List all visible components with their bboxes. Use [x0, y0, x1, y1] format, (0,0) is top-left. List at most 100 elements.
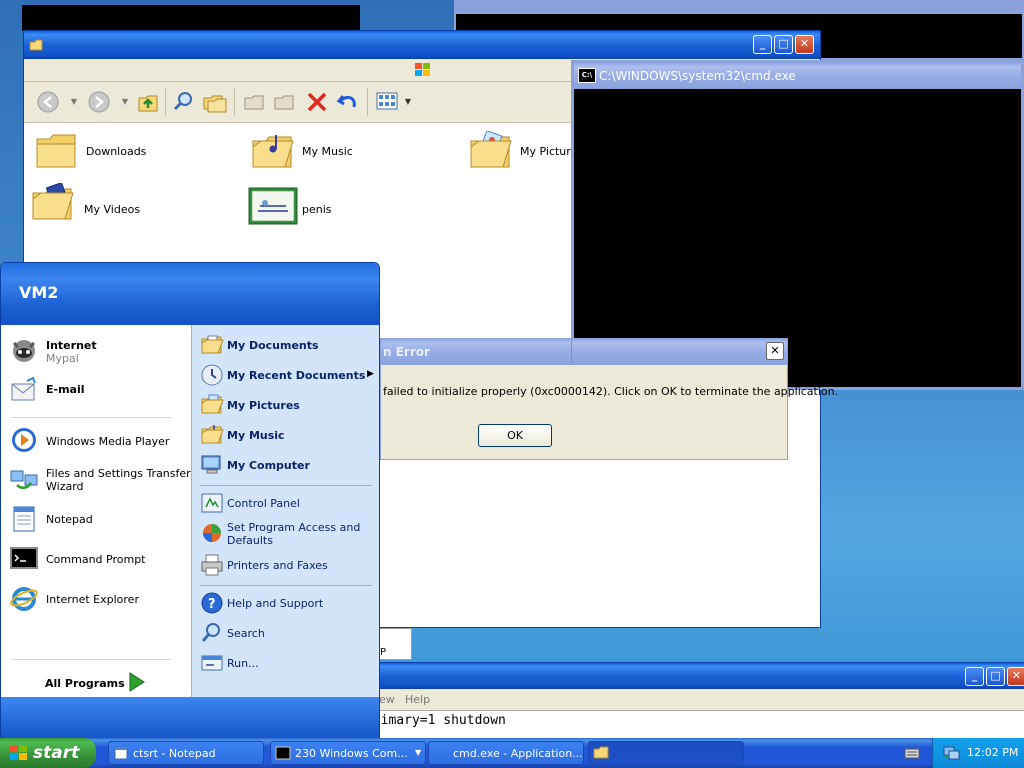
notepad-icon: [114, 746, 128, 760]
control-panel-item[interactable]: Control Panel: [200, 491, 379, 519]
recent-documents-icon: [201, 364, 223, 386]
delete-icon[interactable]: [306, 91, 328, 113]
error-dialog[interactable]: n Error ✕ failed to initialize properly …: [380, 338, 838, 460]
task-explorer[interactable]: [588, 741, 744, 765]
views-dropdown-icon[interactable]: ▼: [396, 91, 420, 113]
background-cmd-title: [456, 2, 1022, 14]
separator: [200, 585, 372, 586]
my-computer-item[interactable]: My Computer: [200, 453, 379, 481]
toolbar-separator: [165, 88, 166, 116]
explorer-title-bar[interactable]: _ □ ✕: [24, 31, 820, 59]
close-button[interactable]: ✕: [1007, 667, 1024, 686]
folder-icon: [36, 134, 76, 168]
task-windows-command[interactable]: 230 Windows Com... ▼: [270, 741, 426, 765]
move-to-icon[interactable]: [242, 90, 266, 114]
copy-to-icon[interactable]: [272, 90, 296, 114]
windows-flag-icon: [10, 745, 27, 760]
help-icon: ?: [201, 592, 223, 614]
videos-folder-icon: [32, 183, 74, 220]
task-notepad[interactable]: ctsrt - Notepad: [108, 741, 264, 765]
user-name: VM2: [19, 283, 59, 302]
program-access-icon: [203, 524, 221, 542]
system-tray: 12:02 PM: [932, 738, 1024, 768]
menu-help[interactable]: Help: [405, 693, 430, 706]
close-button[interactable]: ✕: [795, 35, 814, 54]
error-message: failed to initialize properly (0xc000014…: [383, 385, 839, 398]
minimize-button[interactable]: _: [965, 667, 984, 686]
start-menu-right-pane: My Documents My Recent Documents ▶ My Pi…: [191, 325, 379, 697]
folder-icon: [29, 39, 43, 51]
folder-my-music[interactable]: My Music: [250, 126, 450, 176]
up-folder-icon[interactable]: [136, 90, 160, 114]
title-divider: [571, 339, 572, 365]
back-dropdown-icon[interactable]: ▼: [62, 91, 86, 113]
program-windows-media-player[interactable]: Windows Media Player: [9, 425, 189, 459]
undo-icon[interactable]: [336, 90, 360, 114]
search-item[interactable]: Search: [200, 621, 379, 649]
folders-icon[interactable]: [202, 90, 228, 114]
internet-explorer-icon: [10, 587, 38, 611]
my-pictures-item[interactable]: My Pictures: [200, 393, 379, 421]
run-item[interactable]: Run...: [200, 651, 379, 679]
program-internet-explorer[interactable]: Internet Explorer: [9, 583, 189, 617]
file-penis[interactable]: penis: [248, 186, 448, 236]
my-music-icon: [201, 425, 224, 444]
music-folder-icon: [252, 135, 294, 168]
start-menu[interactable]: VM2 Internet Mypal E-mail Windows Media …: [0, 262, 380, 740]
toolbar-separator: [367, 88, 368, 116]
background-window-fragment[interactable]: P: [378, 628, 412, 660]
program-command-prompt[interactable]: Command Prompt: [9, 543, 189, 577]
notepad-icon: [13, 506, 35, 532]
my-pictures-icon: [201, 394, 224, 414]
background-window-strip: [22, 5, 360, 31]
clock[interactable]: 12:02 PM: [967, 746, 1018, 759]
printers-faxes-item[interactable]: Printers and Faxes: [200, 553, 379, 581]
maximize-button[interactable]: □: [986, 667, 1005, 686]
my-recent-documents-item[interactable]: My Recent Documents ▶: [200, 363, 379, 391]
certificate-file-icon: [248, 187, 298, 225]
menu-view[interactable]: ew: [379, 693, 395, 706]
raccoon-browser-icon: [12, 340, 36, 362]
notepad-title-bar[interactable]: _ □ ✕: [361, 663, 1024, 689]
set-program-access-item[interactable]: Set Program Access and Defaults: [200, 521, 379, 551]
maximize-button[interactable]: □: [774, 35, 793, 54]
task-cmd-application[interactable]: cmd.exe - Application...: [428, 741, 584, 765]
pinned-internet[interactable]: Internet Mypal: [9, 335, 189, 369]
search-icon: [201, 623, 220, 642]
program-notepad[interactable]: Notepad: [9, 503, 189, 537]
keyboard-icon[interactable]: [904, 746, 920, 760]
folder-my-videos[interactable]: My Videos: [30, 183, 230, 233]
separator: [11, 417, 171, 418]
windows-logo-icon: [415, 63, 430, 76]
program-files-settings-transfer[interactable]: Files and Settings Transfer Wizard: [9, 463, 191, 497]
cmd-title-bar[interactable]: C:\ C:\WINDOWS\system32\cmd.exe: [574, 63, 1021, 89]
network-icon[interactable]: [943, 745, 961, 761]
group-dropdown-icon[interactable]: ▼: [415, 748, 421, 757]
search-icon[interactable]: [172, 90, 196, 114]
forward-dropdown-icon[interactable]: ▼: [113, 91, 137, 113]
pinned-email[interactable]: E-mail: [9, 375, 189, 409]
all-programs-button[interactable]: All Programs: [45, 671, 185, 697]
my-documents-icon: [201, 335, 224, 354]
notepad-window[interactable]: _ □ ✕ ew Help primary=1 shutdown: [360, 662, 1024, 744]
my-documents-item[interactable]: My Documents: [200, 333, 379, 361]
taskbar: start ctsrt - Notepad 230 Windows Com...…: [0, 738, 1024, 768]
control-panel-icon: [201, 493, 223, 513]
transfer-wizard-icon: [10, 470, 38, 489]
separator: [200, 485, 372, 486]
error-title-bar[interactable]: n Error ✕: [381, 339, 787, 365]
my-music-item[interactable]: My Music: [200, 423, 379, 451]
back-icon[interactable]: [36, 90, 60, 114]
run-icon: [201, 655, 223, 671]
minimize-button[interactable]: _: [753, 35, 772, 54]
ok-button[interactable]: OK: [478, 424, 552, 447]
close-button[interactable]: ✕: [766, 342, 784, 360]
forward-icon[interactable]: [87, 90, 111, 114]
help-support-item[interactable]: ? Help and Support: [200, 591, 379, 619]
start-button[interactable]: start: [0, 738, 96, 768]
folder-downloads[interactable]: Downloads: [34, 131, 234, 181]
my-computer-icon: [201, 455, 221, 474]
start-menu-header: VM2: [1, 263, 379, 325]
email-icon: [11, 376, 36, 401]
svg-text:?: ?: [208, 597, 216, 612]
